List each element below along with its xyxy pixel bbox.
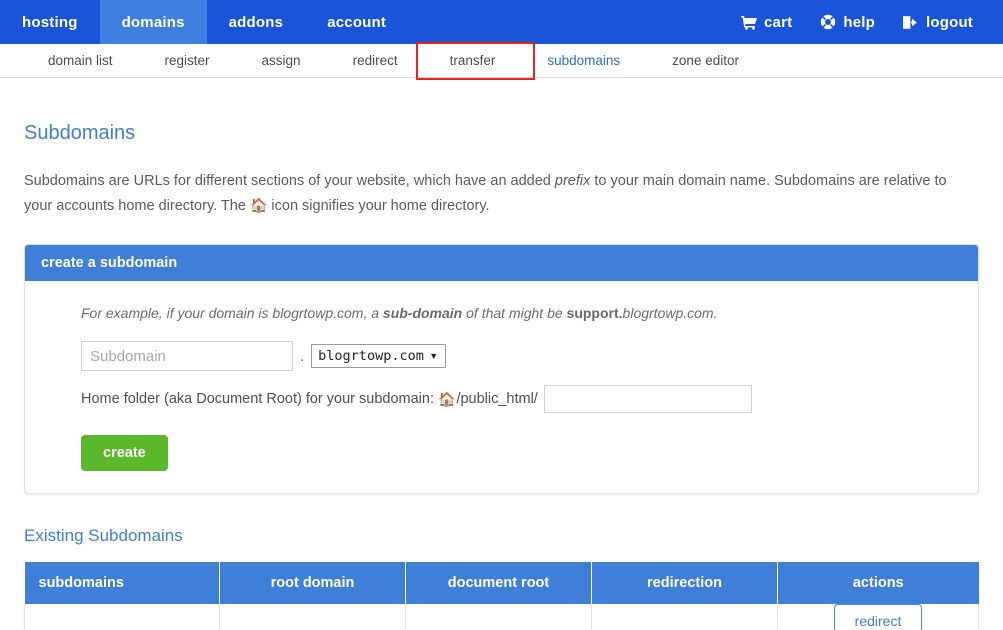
dot-separator: . xyxy=(300,347,305,365)
example-text-3: blogrtowp.com. xyxy=(622,305,718,321)
topnav-item-hosting[interactable]: hosting xyxy=(0,0,100,44)
chevron-down-icon: ▼ xyxy=(429,351,439,361)
intro-emphasis: prefix xyxy=(554,173,591,189)
example-text-1: For example, if your domain is blogrtowp… xyxy=(81,305,383,321)
cell-actions: redirect remove xyxy=(777,604,979,630)
example-bold-subdomain: sub-domain xyxy=(382,305,463,321)
column-header-redirection: redirection xyxy=(591,562,778,604)
create-subdomain-panel-heading: create a subdomain xyxy=(25,245,978,281)
intro-text-3: icon signifies your home directory. xyxy=(267,198,490,214)
topnav-label-hosting: hosting xyxy=(22,13,78,31)
subnav-item-assign[interactable]: assign xyxy=(236,53,327,68)
table-body: beta .blogrtowp.com 🏠/public_html not re… xyxy=(24,604,979,630)
topnav-item-addons[interactable]: addons xyxy=(207,0,306,44)
subdomain-input[interactable] xyxy=(81,341,293,371)
logout-button[interactable]: logout xyxy=(889,0,987,44)
topnav-label-domains: domains xyxy=(121,13,185,31)
column-header-root-domain: root domain xyxy=(219,562,406,604)
cell-document-root: 🏠/public_html xyxy=(405,604,592,630)
home-icon: 🏠 xyxy=(249,197,268,213)
existing-subdomains-title: Existing Subdomains xyxy=(24,526,183,545)
redirect-button[interactable]: redirect xyxy=(833,604,923,630)
cell-redirection: not redirected xyxy=(591,604,778,630)
subdomain-name-row: . blogrtowp.com ▼ xyxy=(81,341,962,371)
create-subdomain-panel-body: For example, if your domain is blogrtowp… xyxy=(25,281,978,493)
document-root-label: Home folder (aka Document Root) for your… xyxy=(81,391,434,407)
logout-icon xyxy=(902,15,919,30)
intro-text-1: Subdomains are URLs for different sectio… xyxy=(24,173,555,189)
subnav-item-domain-list[interactable]: domain list xyxy=(22,53,139,68)
create-button[interactable]: create xyxy=(81,435,168,471)
document-root-row: Home folder (aka Document Root) for your… xyxy=(81,385,962,413)
help-label: help xyxy=(843,13,875,31)
subnav-item-redirect[interactable]: redirect xyxy=(327,53,424,68)
table-header-row: subdomains root domain document root red… xyxy=(24,562,979,604)
subnav-item-transfer[interactable]: transfer xyxy=(424,53,522,68)
topnav-item-domains[interactable]: domains xyxy=(99,0,207,44)
lifebuoy-icon xyxy=(820,14,836,30)
help-button[interactable]: help xyxy=(806,0,889,44)
cart-button[interactable]: cart xyxy=(727,0,806,44)
subnav-item-subdomains[interactable]: subdomains xyxy=(521,53,646,68)
page-description: Subdomains are URLs for different sectio… xyxy=(24,169,974,218)
example-bold-support: support. xyxy=(566,305,623,321)
page-content: Subdomains Subdomains are URLs for diffe… xyxy=(0,122,1003,630)
table-head: subdomains root domain document root red… xyxy=(24,562,979,604)
example-text: For example, if your domain is blogrtowp… xyxy=(81,305,962,321)
topnav-label-addons: addons xyxy=(228,13,284,31)
cart-icon xyxy=(741,15,758,30)
document-root-input[interactable] xyxy=(543,385,752,413)
root-domain-select-value: blogrtowp.com xyxy=(318,348,424,364)
topnav-item-account[interactable]: account xyxy=(305,0,408,44)
logout-label: logout xyxy=(925,13,973,31)
document-root-prefix: /public_html/ xyxy=(456,391,538,407)
primary-nav-items: hosting domains addons account xyxy=(0,0,408,44)
cell-root-domain: .blogrtowp.com xyxy=(219,604,406,630)
subnav-item-zone-editor[interactable]: zone editor xyxy=(646,53,765,68)
topnav-label-account: account xyxy=(327,13,387,31)
root-domain-select[interactable]: blogrtowp.com ▼ xyxy=(311,344,447,368)
primary-nav-utility: cart help logout xyxy=(727,0,1003,44)
column-header-subdomains: subdomains xyxy=(24,562,220,604)
column-header-document-root: document root xyxy=(405,562,592,604)
subnav-item-register[interactable]: register xyxy=(139,53,236,68)
home-icon: 🏠 xyxy=(438,390,456,407)
create-subdomain-panel: create a subdomain For example, if your … xyxy=(24,244,979,494)
column-header-actions: actions xyxy=(777,562,979,604)
secondary-navbar: domain list register assign redirect tra… xyxy=(0,42,1003,80)
cell-subdomain: beta xyxy=(24,604,220,630)
table-row: beta .blogrtowp.com 🏠/public_html not re… xyxy=(24,604,979,630)
example-text-2: of that might be xyxy=(462,305,567,321)
page-title: Subdomains xyxy=(24,122,136,144)
cart-label: cart xyxy=(764,13,793,31)
existing-subdomains-table: subdomains root domain document root red… xyxy=(24,562,979,630)
primary-navbar: hosting domains addons account cart help… xyxy=(0,0,1003,44)
